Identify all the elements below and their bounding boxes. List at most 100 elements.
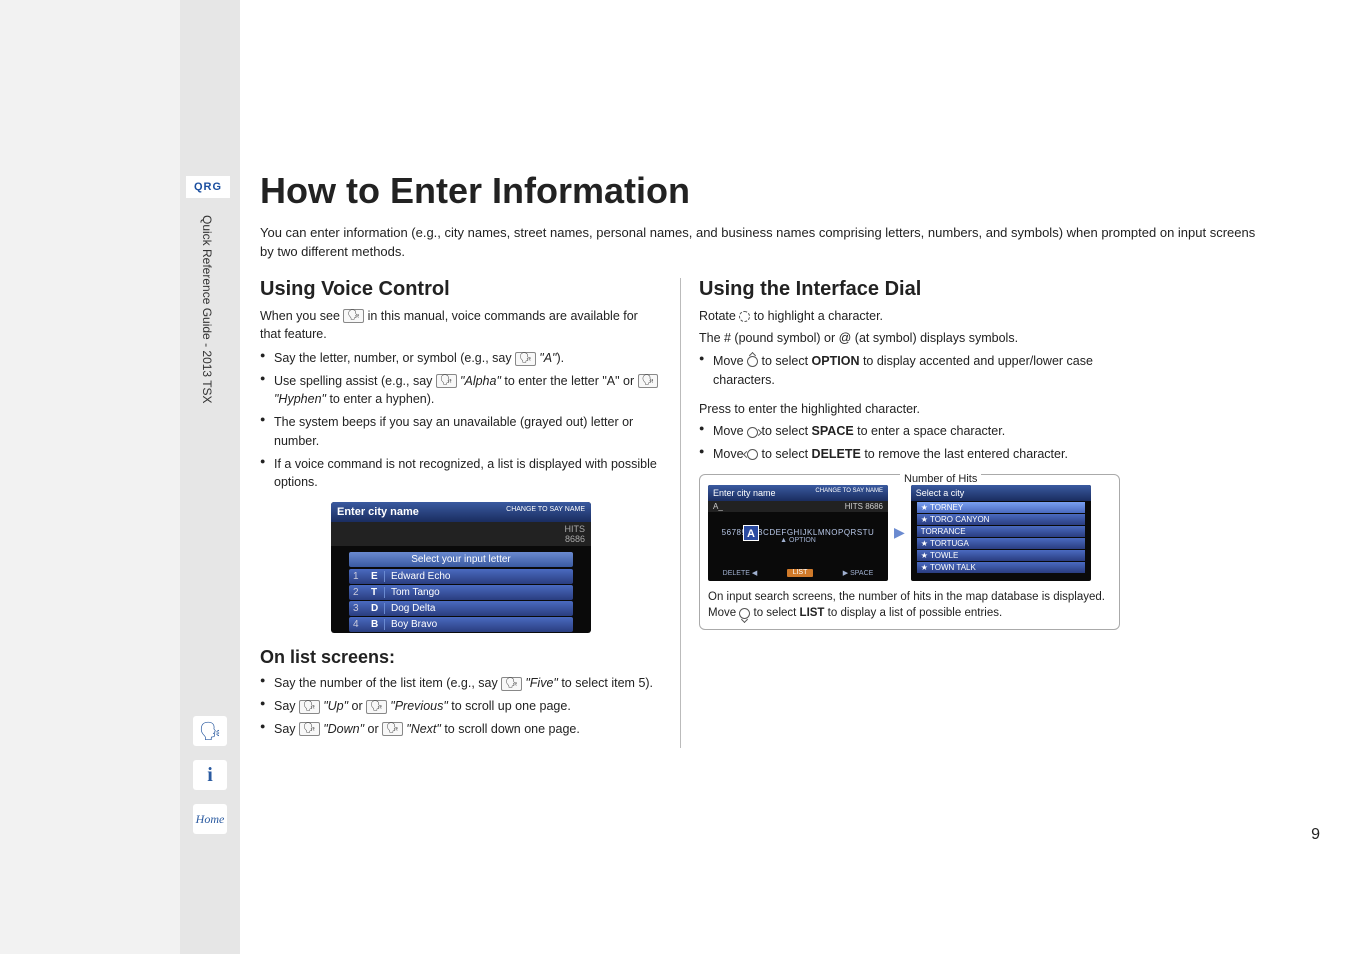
kb-list: LIST: [787, 569, 814, 577]
bullet-option: Move to select OPTION to display accente…: [699, 352, 1120, 390]
info-icon: i: [207, 764, 213, 787]
text: "Previous": [387, 699, 448, 713]
text: "Alpha": [457, 374, 501, 388]
home-icon: Home: [196, 812, 225, 827]
figure-caption: On input search screens, the number of h…: [708, 589, 1111, 621]
kb-title: Enter city name: [713, 488, 776, 498]
home-nav-button[interactable]: Home: [193, 804, 227, 834]
text: to enter the letter "A" or: [501, 374, 638, 388]
list-bullet-up: Say 🗣 "Up" or 🗣 "Previous" to scroll up …: [260, 697, 662, 716]
voice-lead: When you see 🗣 in this manual, voice com…: [260, 307, 662, 343]
bullet-delete: Move to select DELETE to remove the last…: [699, 445, 1120, 464]
intro-text: You can enter information (e.g., city na…: [260, 224, 1260, 262]
text: LIST: [800, 607, 825, 619]
shot-row: 4BBoy Bravo: [349, 617, 573, 632]
shot-hint: Select your input letter: [349, 552, 573, 567]
w: Tom Tango: [391, 587, 440, 598]
shot-row: 1EEdward Echo: [349, 569, 573, 584]
bullet-not-recognized: If a voice command is not recognized, a …: [260, 455, 662, 493]
right-column: Using the Interface Dial Rotate to highl…: [680, 278, 1120, 749]
text: "Next": [403, 722, 441, 736]
bullet-spelling-assist: Use spelling assist (e.g., say 🗣 "Alpha"…: [260, 372, 662, 410]
text: Move: [713, 424, 747, 438]
w: Edward Echo: [391, 571, 450, 582]
text: Move: [713, 354, 747, 368]
voice-icon: 🗣: [382, 722, 403, 736]
voice-screenshot: Enter city name CHANGE TO SAY NAME HITS …: [331, 502, 591, 633]
list-screens-heading: On list screens:: [260, 647, 662, 668]
hits-value: 8686: [565, 534, 585, 544]
pound-line: The # (pound symbol) or @ (at symbol) di…: [699, 329, 1120, 348]
shot-corner: CHANGE TO SAY NAME: [506, 506, 585, 518]
interface-dial-heading: Using the Interface Dial: [699, 278, 1120, 301]
text: to enter a hyphen).: [326, 392, 434, 406]
kb-entered: A_: [713, 502, 723, 511]
w: Dog Delta: [391, 603, 435, 614]
kb-hits-lbl: HITS: [845, 502, 863, 511]
spine-text: Quick Reference Guide - 2013 TSX: [200, 215, 214, 404]
shot-title: Enter city name: [337, 506, 419, 518]
n: 3: [353, 603, 365, 614]
city-list-panel: Select a city ★ TORNEY ★ TORO CANYON TOR…: [911, 485, 1091, 581]
kb-row: 567890ABCDEFGHIJKLMNOPQRSTU: [708, 528, 888, 537]
list-item: ★ TOWLE: [917, 550, 1085, 561]
voice-nav-button[interactable]: 🗣: [193, 716, 227, 746]
bullet-space: Move to select SPACE to enter a space ch…: [699, 422, 1120, 441]
kb-delete: DELETE ◀: [723, 569, 758, 577]
text: to select: [758, 424, 812, 438]
text: Say: [274, 722, 299, 736]
text: Say the number of the list item (e.g., s…: [274, 676, 501, 690]
text: "A": [536, 351, 557, 365]
voice-icon: 🗣: [515, 352, 536, 366]
text: to scroll up one page.: [448, 699, 571, 713]
move-right-icon: [747, 427, 758, 438]
text: or: [348, 699, 366, 713]
dial-figure: Number of Hits Enter city name CHANGE TO…: [699, 474, 1120, 630]
voice-icon: 🗣: [366, 700, 387, 714]
kb-corner: CHANGE TO SAY NAME: [815, 488, 883, 498]
voice-icon: 🗣: [501, 677, 522, 691]
rotate-line: Rotate to highlight a character.: [699, 307, 1120, 326]
voice-icon: 🗣: [299, 722, 320, 736]
list-item: TORRANCE: [917, 526, 1085, 537]
list-title: Select a city: [911, 485, 1091, 501]
text: to enter a space character.: [854, 424, 1005, 438]
qrg-badge: QRG: [186, 176, 230, 198]
text: OPTION: [812, 354, 860, 368]
shot-row: 3DDog Delta: [349, 601, 573, 616]
text: "Up": [320, 699, 348, 713]
list-item: ★ TORNEY: [917, 502, 1085, 513]
text: or: [364, 722, 382, 736]
keyboard-panel: Enter city name CHANGE TO SAY NAME A_ HI…: [708, 485, 888, 581]
text: to display a list of possible entries.: [824, 607, 1002, 619]
list-item: ★ TORO CANYON: [917, 514, 1085, 525]
w: Boy Bravo: [391, 619, 437, 630]
hits-callout: Number of Hits: [900, 473, 981, 485]
text: ).: [556, 351, 564, 365]
n: 2: [353, 587, 365, 598]
text: to highlight a character.: [750, 309, 883, 323]
text: "Hyphen": [274, 392, 326, 406]
text: to select item 5).: [558, 676, 653, 690]
text: to remove the last entered character.: [861, 447, 1068, 461]
text: to select: [750, 607, 799, 619]
text: to select: [758, 447, 812, 461]
l: E: [371, 571, 385, 582]
l: T: [371, 587, 385, 598]
info-nav-button[interactable]: i: [193, 760, 227, 790]
text: When you see: [260, 309, 343, 323]
text: DELETE: [812, 447, 861, 461]
outer-margin: [0, 0, 180, 954]
bullet-say-letter: Say the letter, number, or symbol (e.g.,…: [260, 349, 662, 368]
voice-bullets: Say the letter, number, or symbol (e.g.,…: [260, 349, 662, 492]
play-arrow-icon: ▶: [894, 524, 905, 541]
list-item: ★ TORTUGA: [917, 538, 1085, 549]
kb-highlighted-letter: A: [743, 525, 759, 541]
voice-icon: 🗣: [343, 309, 364, 323]
text: Rotate: [699, 309, 739, 323]
kb-option: ▲ OPTION: [708, 537, 888, 544]
text: Say: [274, 699, 299, 713]
list-item: ★ TOWN TALK: [917, 562, 1085, 573]
shot-row: 2T Tom Tango: [349, 585, 573, 600]
n: 4: [353, 619, 365, 630]
